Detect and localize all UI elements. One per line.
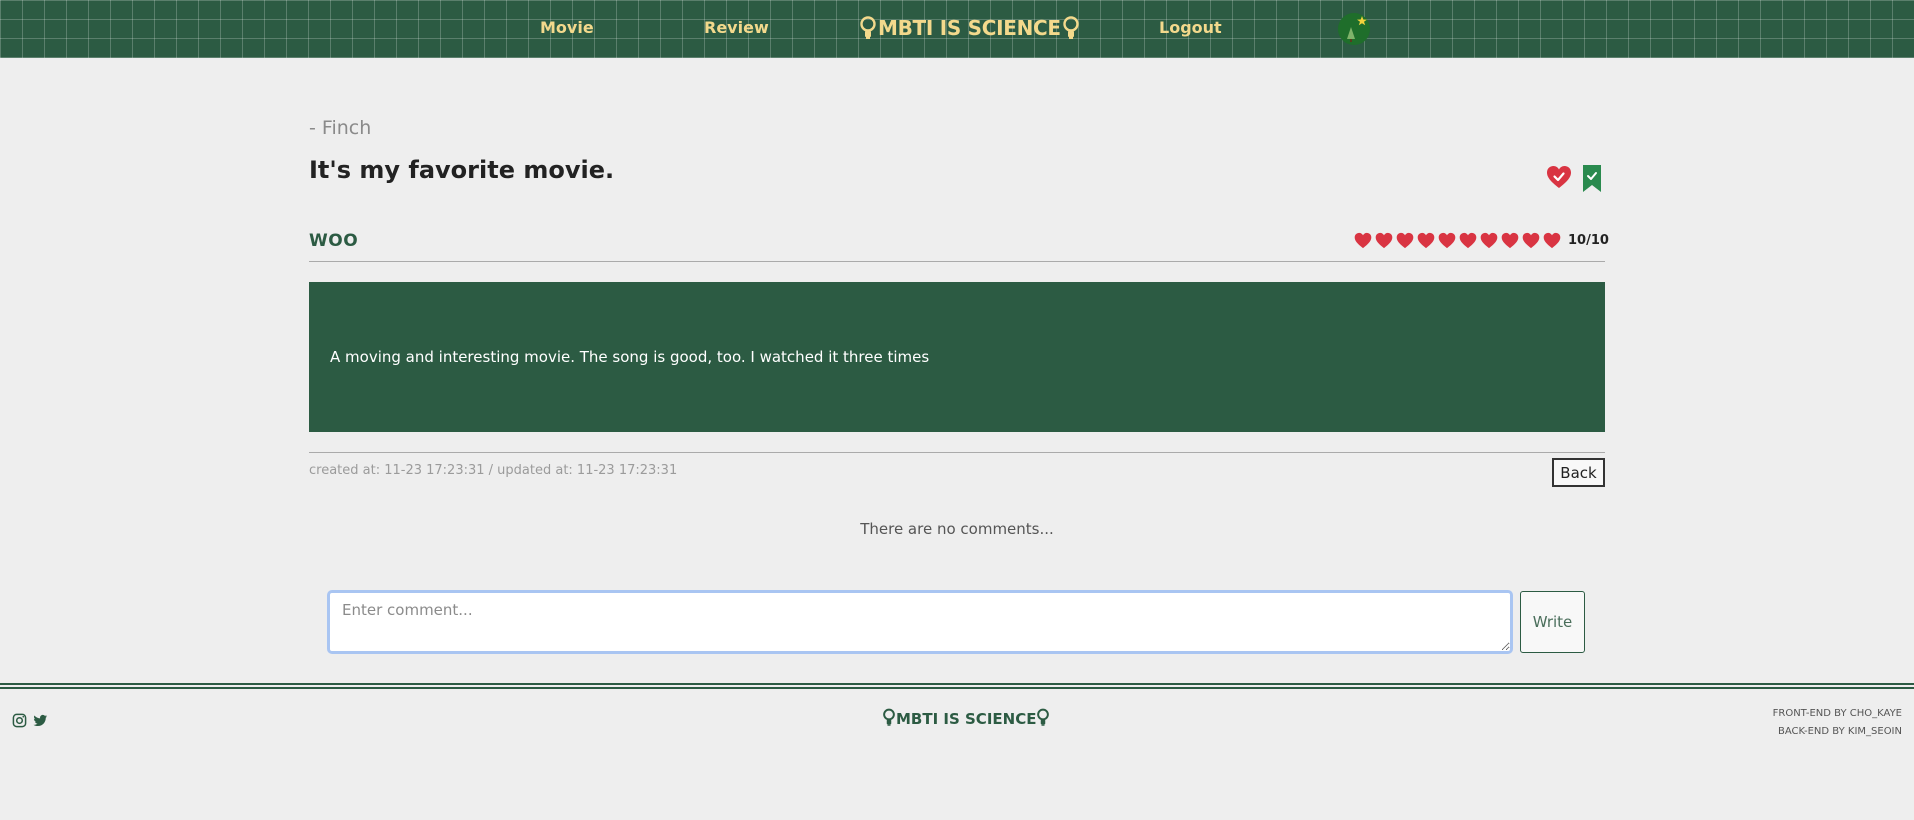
comment-input[interactable] [327,590,1513,654]
footer-credits: FRONT-END BY CHO_KAYE BACK-END BY KIM_SE… [1773,705,1902,741]
frontend-credit: FRONT-END BY CHO_KAYE [1772,708,1902,719]
divider [309,261,1605,262]
nav-review-link[interactable]: Review [704,18,769,37]
divider [309,452,1605,453]
social-links [12,713,48,728]
footer-brand: MBTI IS SCIENCE [883,708,1050,731]
rating-heart-icon [1522,232,1540,248]
movie-name: WOO [309,231,359,251]
review-timestamps: created at: 11-23 17:23:31 / updated at:… [309,463,678,478]
rating-heart-icon [1354,232,1372,248]
footer-divider [0,683,1914,685]
nav-logout-link[interactable]: Logout [1159,18,1222,37]
top-navbar: Movie Review MBTI IS SCIENCE Logout [0,0,1914,58]
lightbulb-icon [1037,708,1050,731]
like-heart-icon[interactable] [1546,164,1572,190]
instagram-icon[interactable] [12,713,27,728]
rating-heart-icon [1417,232,1435,248]
rating-heart-icon [1480,232,1498,248]
rating-heart-icon [1459,232,1477,248]
rating-hearts: 10/10 [1354,230,1609,250]
rating-heart-icon [1543,232,1561,248]
footer-brand-text: MBTI IS SCIENCE [896,710,1037,728]
rating-score: 10/10 [1568,232,1609,248]
rating-heart-group [1354,232,1561,249]
rating-heart-icon [1375,232,1393,248]
review-content: A moving and interesting movie. The song… [330,348,930,366]
bookmark-check-icon[interactable] [1583,165,1601,192]
brand-text: MBTI IS SCIENCE [878,16,1061,40]
rating-heart-icon [1501,232,1519,248]
lightbulb-icon [883,708,895,731]
rating-heart-icon [1438,232,1456,248]
review-author: - Finch [309,117,372,139]
review-content-box: A moving and interesting movie. The song… [309,282,1605,432]
footer-divider [0,687,1914,689]
rating-heart-icon [1396,232,1414,248]
brand-logo[interactable]: MBTI IS SCIENCE [860,13,1079,43]
back-button[interactable]: Back [1552,458,1605,487]
profile-avatar-icon[interactable] [1338,13,1370,45]
write-comment-button[interactable]: Write [1520,591,1585,653]
nav-movie-link[interactable]: Movie [540,18,594,37]
no-comments-message: There are no comments... [860,520,1054,538]
review-title: It's my favorite movie. [309,156,615,184]
lightbulb-icon [860,16,876,40]
backend-credit: BACK-END BY KIM_SEOIN [1777,726,1902,737]
lightbulb-icon [1063,16,1079,40]
twitter-icon[interactable] [33,713,48,728]
